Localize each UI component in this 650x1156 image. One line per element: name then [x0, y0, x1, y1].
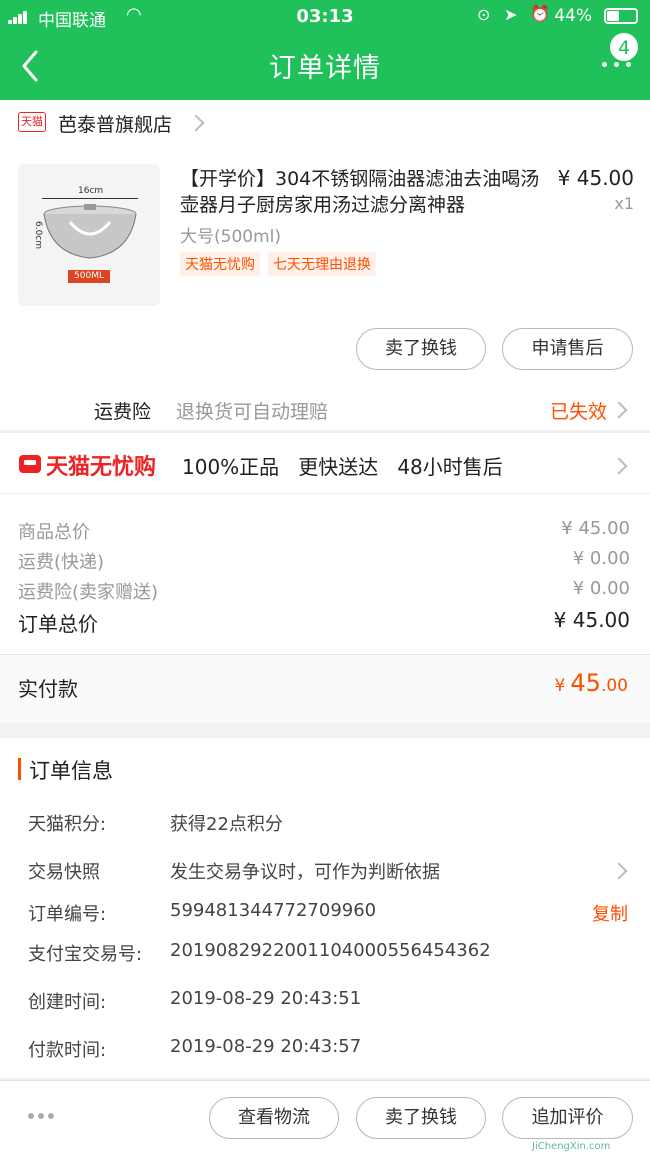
- product-image[interactable]: 16cm 6.0cm 500ML: [18, 164, 160, 306]
- image-width-label: 16cm: [78, 186, 104, 196]
- summary-value-goods: ¥ 45.00: [561, 518, 630, 539]
- chevron-right-icon[interactable]: [610, 457, 628, 475]
- summary-value-shipping: ¥ 0.00: [572, 548, 630, 569]
- strainer-bowl-illustration: [43, 204, 137, 259]
- insurance-status[interactable]: 已失效: [550, 397, 607, 424]
- order-info-section: 订单信息 天猫积分: 获得22点积分 交易快照 发生交易争议时，可作为判断依据 …: [0, 738, 650, 1078]
- image-size-label: 500ML: [68, 270, 110, 283]
- lock-rotation-icon: ⊙: [477, 5, 491, 24]
- summary-value-insurance: ¥ 0.00: [572, 578, 630, 599]
- snapshot-value[interactable]: 发生交易争议时，可作为判断依据: [170, 858, 440, 884]
- alipay-value: 2019082922001104000556454362: [170, 940, 491, 961]
- insurance-desc: 退换货可自动理赔: [176, 401, 329, 423]
- alarm-icon: ⏰: [530, 4, 550, 23]
- paid-row: 实付款 ¥ 45.00: [0, 654, 650, 723]
- order-total-value: ¥ 45.00: [553, 608, 630, 632]
- after-sale-button[interactable]: 申请售后: [502, 328, 633, 370]
- summary-label-goods: 商品总价: [18, 522, 90, 543]
- dimension-line: [42, 198, 138, 199]
- worry-free-banner[interactable]: 天猫无忧购 100%正品 更快送达 48小时售后: [0, 432, 650, 493]
- chevron-right-icon[interactable]: [610, 401, 628, 419]
- summary-label-shipping: 运费(快递): [18, 552, 105, 573]
- clock: 03:13: [296, 6, 354, 27]
- order-info-title: 订单信息: [29, 759, 113, 783]
- chevron-right-icon[interactable]: [610, 862, 628, 880]
- product-title[interactable]: 【开学价】304不锈钢隔油器滤油去油喝汤壶器月子厨房家用汤过滤分离神器: [180, 166, 540, 218]
- product-variant: 大号(500ml): [180, 227, 281, 247]
- paid-integer: 45: [570, 669, 601, 697]
- created-time-value: 2019-08-29 20:43:51: [170, 988, 362, 1009]
- product-card: 天猫 芭泰普旗舰店 16cm 6.0cm 500ML 【开学价】304不锈钢隔油…: [0, 100, 650, 430]
- page-title: 订单详情: [269, 53, 381, 84]
- points-value: 获得22点积分: [170, 814, 283, 835]
- status-bar: 中国联通 ◠ 03:13 ⊙ ➤ ⏰ 44%: [0, 0, 650, 34]
- copy-button[interactable]: 复制: [592, 900, 628, 926]
- more-actions-icon[interactable]: [28, 1113, 58, 1121]
- alipay-label: 支付宝交易号:: [28, 944, 143, 965]
- tmall-shield-icon: [19, 455, 41, 473]
- nav-header: 中国联通 ◠ 03:13 ⊙ ➤ ⏰ 44% 订单详情 4: [0, 0, 650, 100]
- store-name[interactable]: 芭泰普旗舰店: [58, 110, 172, 137]
- tag-worry-free: 天猫无忧购: [180, 252, 260, 276]
- footer-bar: 查看物流 卖了换钱 追加评价 JiChengXin.com: [0, 1080, 650, 1156]
- paid-time-value: 2019-08-29 20:43:57: [170, 1036, 362, 1057]
- battery-icon: [604, 8, 638, 24]
- product-tags: 天猫无忧购 七天无理由退换: [180, 252, 384, 276]
- chevron-right-icon[interactable]: [187, 114, 205, 132]
- insurance-label: 运费险: [94, 401, 152, 423]
- product-price: ¥ 45.00: [557, 166, 634, 190]
- order-number-value: 599481344772709960: [170, 900, 377, 921]
- product-quantity: x1: [614, 194, 634, 213]
- points-label: 天猫积分:: [28, 814, 107, 835]
- paid-currency: ¥: [554, 676, 566, 696]
- add-review-button[interactable]: 追加评价: [502, 1097, 633, 1139]
- tmall-logo: 天猫: [18, 112, 46, 132]
- paid-amount: ¥ 45.00: [500, 669, 628, 697]
- battery-percent: 44%: [554, 6, 592, 26]
- order-total-label: 订单总价: [18, 612, 98, 636]
- created-time-label: 创建时间:: [28, 992, 107, 1013]
- order-number-label: 订单编号:: [28, 904, 107, 925]
- battery-level: [607, 11, 619, 21]
- worry-free-brand: 天猫无忧购: [46, 455, 157, 480]
- price-summary: 商品总价 ¥ 45.00 运费(快递) ¥ 0.00 运费险(卖家赠送) ¥ 0…: [0, 493, 650, 654]
- paid-label: 实付款: [18, 677, 78, 701]
- footer-sell-button[interactable]: 卖了换钱: [356, 1097, 486, 1139]
- summary-label-insurance: 运费险(卖家赠送): [18, 582, 159, 603]
- snapshot-label[interactable]: 交易快照: [28, 858, 100, 884]
- view-logistics-button[interactable]: 查看物流: [209, 1097, 339, 1139]
- message-badge[interactable]: 4: [609, 32, 639, 62]
- worry-free-features: 100%正品 更快送达 48小时售后: [182, 455, 503, 479]
- sell-button[interactable]: 卖了换钱: [356, 328, 486, 370]
- section-accent-bar: [18, 758, 21, 780]
- paid-time-label: 付款时间:: [28, 1040, 107, 1061]
- watermark: JiChengXin.com: [532, 1141, 611, 1152]
- tag-seven-day-return: 七天无理由退换: [268, 252, 376, 276]
- location-icon: ➤: [504, 5, 518, 24]
- paid-decimal: .00: [600, 676, 628, 696]
